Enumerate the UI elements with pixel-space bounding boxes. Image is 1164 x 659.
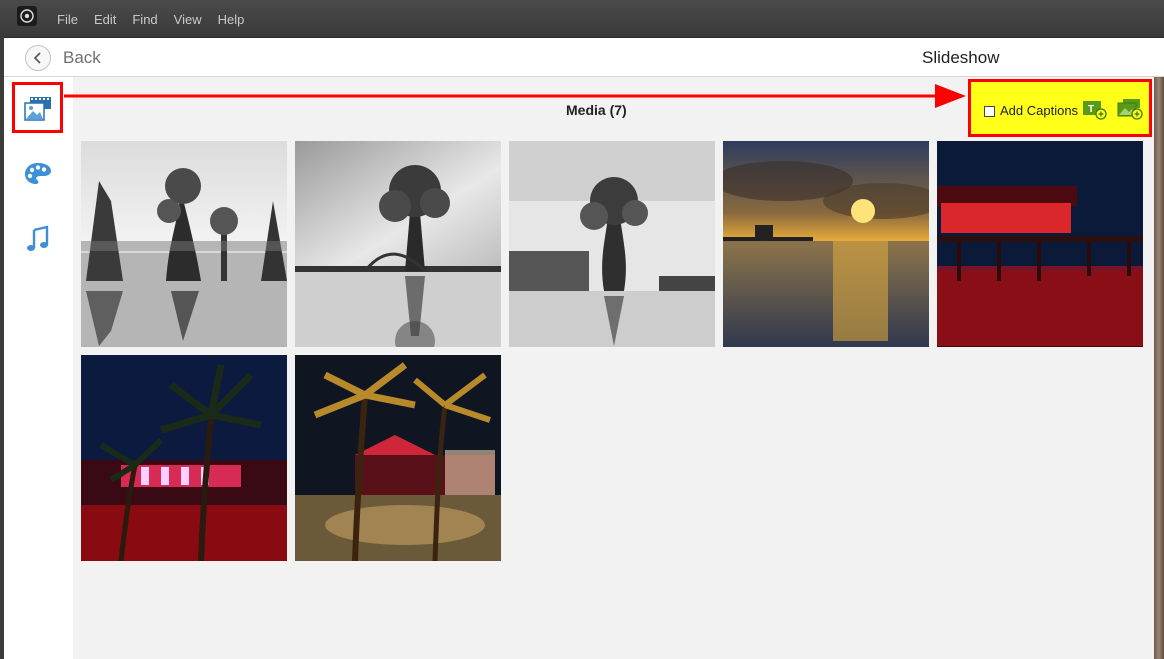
music-icon[interactable] bbox=[26, 225, 50, 258]
menu-edit[interactable]: Edit bbox=[94, 12, 116, 27]
media-highlight-box bbox=[12, 82, 63, 133]
media-thumbnail[interactable] bbox=[723, 141, 929, 347]
cypress-bw-photo-3 bbox=[509, 141, 715, 347]
media-count-title: Media (7) bbox=[566, 102, 627, 118]
background-edge bbox=[1154, 77, 1164, 659]
chevron-left-icon bbox=[33, 52, 41, 64]
cypress-bw-photo-1 bbox=[81, 141, 287, 347]
menu-file[interactable]: File bbox=[57, 12, 78, 27]
media-thumbnail[interactable] bbox=[509, 141, 715, 347]
app-logo-icon bbox=[17, 6, 37, 26]
menu-help[interactable]: Help bbox=[218, 12, 245, 27]
menu-bar: File Edit Find View Help bbox=[0, 0, 1164, 38]
back-button[interactable] bbox=[25, 45, 51, 71]
back-label[interactable]: Back bbox=[63, 48, 101, 68]
menu-find[interactable]: Find bbox=[132, 12, 157, 27]
palette-icon[interactable] bbox=[23, 161, 53, 192]
add-captions-label[interactable]: Add Captions bbox=[1000, 103, 1078, 118]
media-thumbnail[interactable] bbox=[937, 141, 1143, 347]
add-media-icon[interactable] bbox=[1117, 97, 1145, 126]
media-thumbnail[interactable] bbox=[295, 355, 501, 561]
media-thumbnail[interactable] bbox=[295, 141, 501, 347]
add-captions-checkbox[interactable] bbox=[984, 106, 995, 117]
pier-red-lights-photo bbox=[937, 141, 1143, 347]
add-text-icon[interactable]: T bbox=[1082, 99, 1108, 126]
media-thumbnail[interactable] bbox=[81, 141, 287, 347]
menu: File Edit Find View Help bbox=[57, 12, 260, 27]
page-title: Slideshow bbox=[922, 48, 1000, 67]
menu-view[interactable]: View bbox=[174, 12, 202, 27]
cypress-bw-photo-2 bbox=[295, 141, 501, 347]
ocean-sunrise-photo bbox=[723, 141, 929, 347]
palm-neon-building-photo bbox=[81, 355, 287, 561]
media-thumbnail[interactable] bbox=[81, 355, 287, 561]
palm-courtyard-night-photo bbox=[295, 355, 501, 561]
svg-text:T: T bbox=[1088, 104, 1094, 115]
header-bar: Back Slideshow bbox=[4, 38, 1164, 77]
captions-toolbar: Add Captions T bbox=[968, 79, 1152, 137]
